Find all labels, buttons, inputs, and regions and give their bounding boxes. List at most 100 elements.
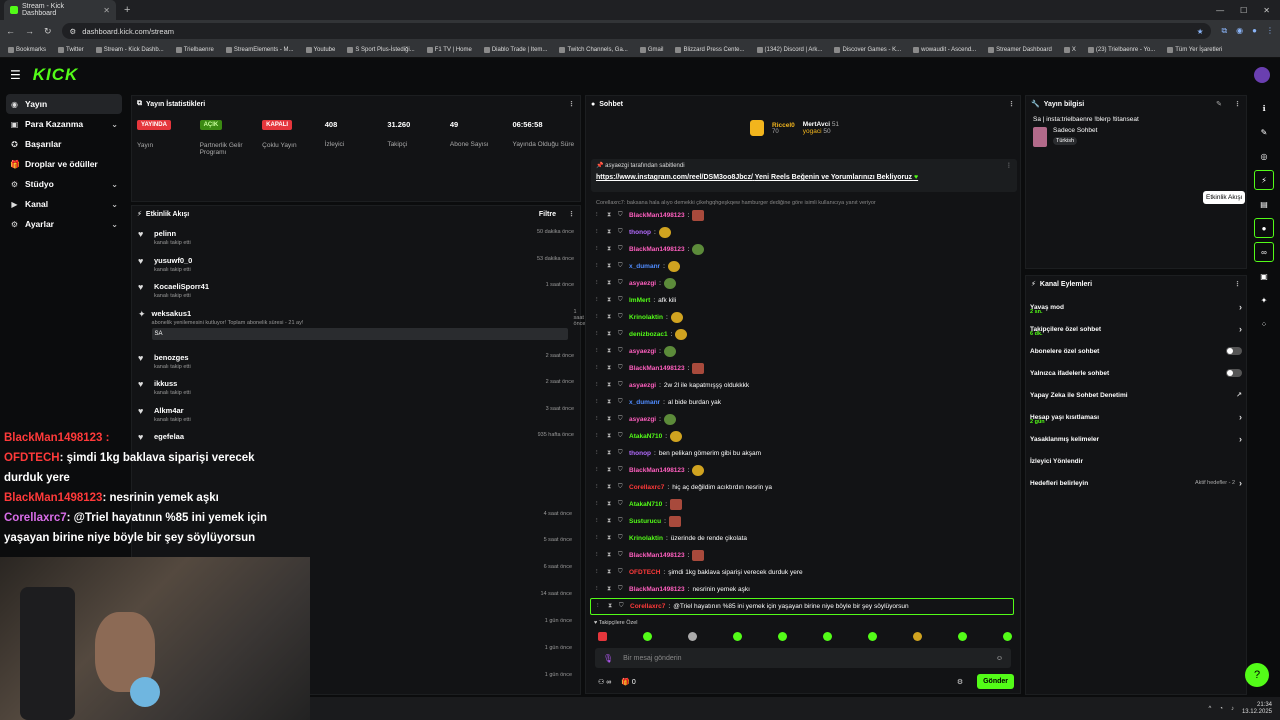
- bookmark-item[interactable]: X: [1063, 46, 1076, 53]
- help-icon[interactable]: ?: [1245, 663, 1269, 687]
- info-icon[interactable]: ℹ: [1254, 98, 1274, 118]
- hourglass-icon[interactable]: ⧗: [607, 229, 615, 236]
- pinned-link[interactable]: https://www.instagram.com/reel/DSM3oo8Jb…: [596, 174, 753, 181]
- bookmark-item[interactable]: Twitch Channels, Ga...: [559, 46, 628, 53]
- notes-icon[interactable]: ▤: [1254, 194, 1274, 214]
- chevron-down-icon[interactable]: ⌄: [111, 200, 118, 209]
- chat-input[interactable]: 🎙 Bir mesaj gönderin ☺: [595, 648, 1011, 668]
- channel-action-item[interactable]: Abonelere özel sohbet: [1026, 340, 1246, 362]
- hourglass-icon[interactable]: ⧗: [607, 433, 615, 440]
- chat-username[interactable]: BlackMan1498123: [629, 212, 685, 219]
- edit-icon[interactable]: ✎: [1216, 100, 1222, 108]
- chat-message[interactable]: ⫶ ⧗ ⛉ AtakaN710:: [596, 496, 1016, 513]
- bookmark-item[interactable]: Stream - Kick Dashb...: [95, 46, 164, 53]
- chevron-down-icon[interactable]: ⌄: [111, 220, 118, 229]
- chat-message[interactable]: ⫶ ⧗ ⛉ BlackMan1498123:: [596, 360, 1016, 377]
- network-icon[interactable]: ◔: [1219, 706, 1223, 712]
- emote-icon[interactable]: [823, 632, 832, 641]
- emote-icon[interactable]: [643, 632, 652, 641]
- pin-message-icon[interactable]: ⫶: [596, 535, 604, 542]
- chat-username[interactable]: asyaezgi: [629, 348, 656, 355]
- hourglass-icon[interactable]: ⧗: [607, 501, 615, 508]
- chat-username[interactable]: BlackMan1498123: [629, 365, 685, 372]
- chat-username[interactable]: thonop: [629, 229, 651, 236]
- hourglass-icon[interactable]: ⧗: [607, 280, 615, 287]
- pin-message-icon[interactable]: ⫶: [596, 586, 604, 593]
- pin-message-icon[interactable]: ⫶: [597, 603, 605, 610]
- pinned-menu-icon[interactable]: ⋮: [1006, 162, 1012, 169]
- hourglass-icon[interactable]: ⧗: [607, 348, 615, 355]
- stream-category[interactable]: Sadece Sohbet: [1053, 127, 1097, 134]
- bookmark-item[interactable]: (23) Trielbaenre - Yo...: [1087, 46, 1155, 53]
- maximize-icon[interactable]: ☐: [1240, 6, 1247, 15]
- chat-username[interactable]: BlackMan1498123: [629, 246, 685, 253]
- pin-message-icon[interactable]: ⫶: [596, 569, 604, 576]
- bookmark-item[interactable]: Discover Games - K...: [834, 46, 901, 53]
- emote-icon[interactable]: [598, 632, 607, 641]
- bookmark-item[interactable]: Tüm Yer İşaretleri: [1167, 46, 1222, 53]
- chevron-right-icon[interactable]: ›: [1239, 412, 1242, 422]
- chat-message[interactable]: ⫶ ⧗ ⛉ asyaezgi:: [596, 343, 1016, 360]
- toggle-switch[interactable]: [1226, 369, 1242, 377]
- hourglass-icon[interactable]: ⧗: [607, 365, 615, 372]
- hamburger-menu-icon[interactable]: ☰: [10, 68, 21, 82]
- hourglass-icon[interactable]: ⧗: [607, 246, 615, 253]
- chat-bubble-icon[interactable]: ●: [1254, 218, 1274, 238]
- emote-icon[interactable]: [868, 632, 877, 641]
- sidebar-item-6[interactable]: ⚙ Ayarlar ⌄: [6, 214, 122, 234]
- bookmark-item[interactable]: wowaudit - Ascend...: [913, 46, 976, 53]
- back-icon[interactable]: ←: [6, 26, 15, 36]
- hourglass-icon[interactable]: ⧗: [607, 552, 615, 559]
- sidebar-item-1[interactable]: ▣ Para Kazanma ⌄: [6, 114, 122, 134]
- chat-username[interactable]: Krinolaktin: [629, 535, 663, 542]
- chat-username[interactable]: Corellaxrc7: [629, 484, 664, 491]
- feed-item-name[interactable]: KocaeliSporr41: [154, 282, 209, 291]
- top-supporter-3-name[interactable]: yogaci: [803, 128, 822, 135]
- sidebar-item-3[interactable]: 🎁 Droplar ve ödüller: [6, 154, 122, 174]
- pin-message-icon[interactable]: ⫶: [596, 212, 604, 219]
- pin-message-icon[interactable]: ⫶: [596, 229, 604, 236]
- channel-action-item[interactable]: Hedefleri belirleyin Aktif hedefler - 2 ›: [1026, 472, 1246, 494]
- external-link-icon[interactable]: ↗: [1236, 391, 1242, 399]
- user-avatar[interactable]: [1254, 67, 1270, 83]
- bookmark-item[interactable]: Streamer Dashboard: [988, 46, 1052, 53]
- chevron-right-icon[interactable]: ›: [1239, 324, 1242, 334]
- feed-item-name[interactable]: benozges: [154, 353, 191, 362]
- microphone-icon[interactable]: 🎙: [603, 654, 613, 663]
- minimize-icon[interactable]: —: [1216, 6, 1224, 15]
- info-menu-icon[interactable]: ⋮: [1234, 100, 1241, 108]
- pin-message-icon[interactable]: ⫶: [596, 501, 604, 508]
- chat-message[interactable]: ⫶ ⧗ ⛉ OFDTECH: şimdi 1kg baklava siparişi ve…: [596, 564, 1016, 581]
- pin-message-icon[interactable]: ⫶: [596, 484, 604, 491]
- hourglass-icon[interactable]: ⧗: [607, 331, 615, 338]
- pin-message-icon[interactable]: ⫶: [596, 297, 604, 304]
- channel-action-item[interactable]: Yapay Zeka ile Sohbet Denetimi ↗: [1026, 384, 1246, 406]
- hourglass-icon[interactable]: ⧗: [607, 263, 615, 270]
- hourglass-icon[interactable]: ⧗: [607, 586, 615, 593]
- channel-action-item[interactable]: Yalnızca ifadelerle sohbet: [1026, 362, 1246, 384]
- feed-item-name[interactable]: Alkm4ar: [154, 406, 191, 415]
- pinned-message[interactable]: 📌 asyaezgi tarafından sabitlendi ⋮ https:…: [591, 159, 1017, 192]
- hourglass-icon[interactable]: ⧗: [607, 382, 615, 389]
- pin-message-icon[interactable]: ⫶: [596, 382, 604, 389]
- bookmark-star-icon[interactable]: ★: [1197, 27, 1204, 36]
- chat-username[interactable]: x_dumanr: [629, 263, 660, 270]
- chat-message[interactable]: ⫶ ⧗ ⛉ denizbozac1:: [596, 326, 1016, 343]
- pin-message-icon[interactable]: ⫶: [596, 280, 604, 287]
- channel-action-item[interactable]: Yavaş mod 2 sn. ›: [1026, 296, 1246, 318]
- chat-message[interactable]: ⫶ ⧗ ⛉ Corellaxrc7: hiç aç değildim acıktırdı…: [596, 479, 1016, 496]
- chat-username[interactable]: asyaezgi: [629, 416, 656, 423]
- chat-username[interactable]: Susturucu: [629, 518, 661, 525]
- tray-icon[interactable]: ^: [1209, 706, 1212, 712]
- chat-username[interactable]: Corellaxrc7: [630, 603, 665, 610]
- emote-icon[interactable]: [733, 632, 742, 641]
- chat-username[interactable]: BlackMan1498123: [629, 586, 685, 593]
- sidebar-item-2[interactable]: ✪ Başarılar: [6, 134, 122, 154]
- chat-message[interactable]: ⫶ ⧗ ⛉ BlackMan1498123: nesrinin yemek aşkı: [596, 581, 1016, 598]
- pin-message-icon[interactable]: ⫶: [596, 467, 604, 474]
- profile-icon[interactable]: ●: [1252, 26, 1257, 36]
- filter-button[interactable]: Filtre: [539, 211, 556, 218]
- chat-username[interactable]: asyaezgi: [629, 280, 656, 287]
- chat-message[interactable]: ⫶ ⧗ ⛉ BlackMan1498123:: [596, 462, 1016, 479]
- bookmark-item[interactable]: StreamElements - M...: [225, 46, 294, 53]
